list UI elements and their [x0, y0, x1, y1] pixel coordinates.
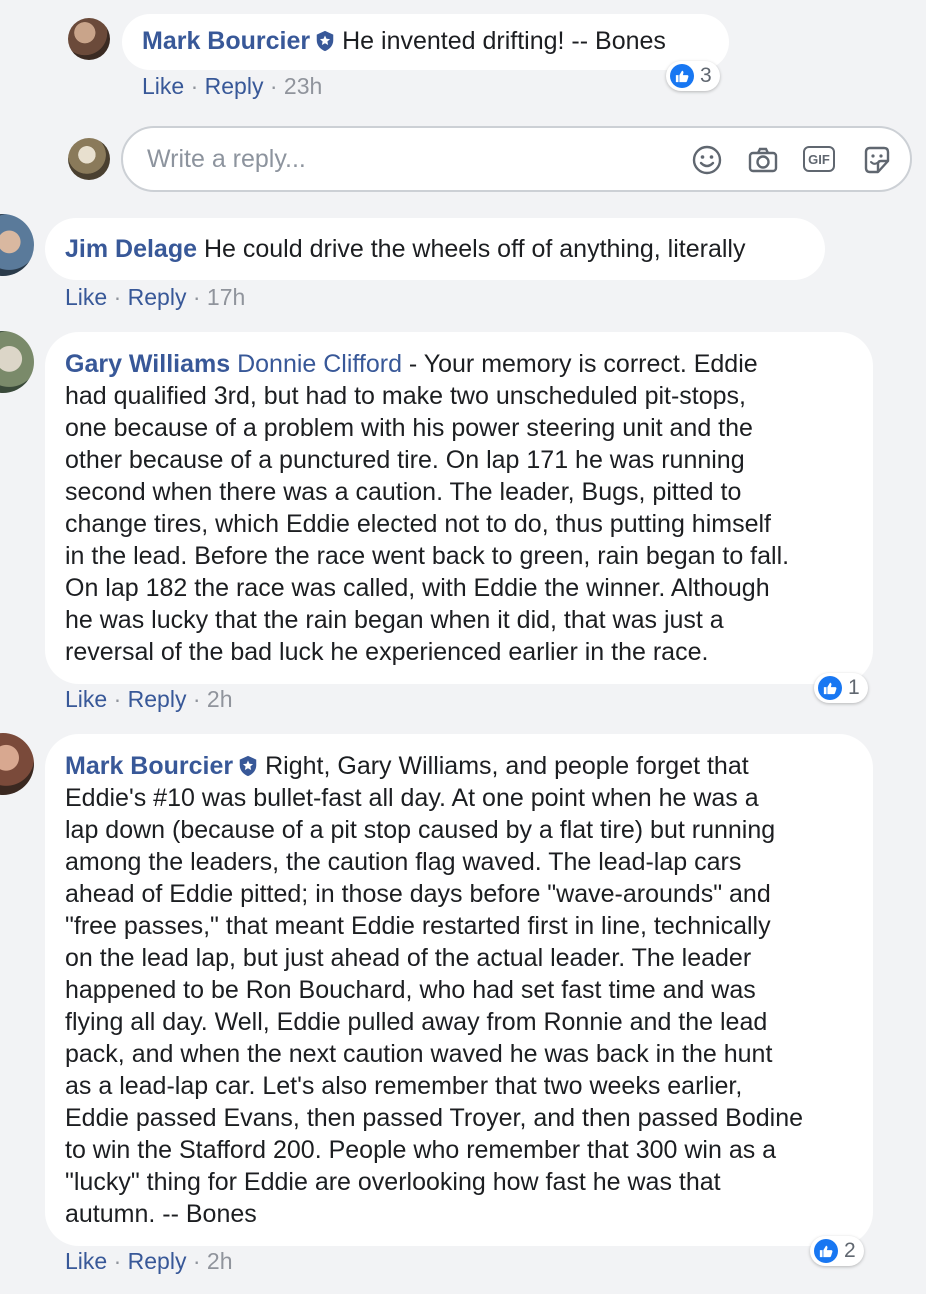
avatar[interactable] — [68, 18, 110, 60]
reaction-count[interactable]: 3 — [666, 61, 720, 91]
comment-line: reversal of the bad luck he experienced … — [65, 638, 709, 666]
comment-line: autumn. -- Bones — [65, 1200, 257, 1228]
comment-line: one because of a problem with his power … — [65, 414, 753, 442]
avatar[interactable] — [0, 331, 34, 393]
reply-link[interactable]: Reply — [128, 686, 187, 712]
camera-icon[interactable] — [747, 144, 779, 176]
current-user-avatar — [68, 138, 110, 180]
comment-text: Right, Gary Williams, and people forget … — [265, 752, 749, 780]
timestamp[interactable]: 2h — [207, 686, 233, 712]
comment-line: happened to be Ron Bouchard, who had set… — [65, 976, 756, 1004]
reply-box[interactable]: GIF — [121, 126, 912, 192]
comment-bubble: Jim Delage He could drive the wheels off… — [45, 218, 825, 280]
comment-line: other because of a punctured tire. On la… — [65, 446, 745, 474]
reply-link[interactable]: Reply — [128, 284, 187, 310]
comment-line: pack, and when the next caution waved he… — [65, 1040, 773, 1068]
comment-line: change tires, which Eddie elected not to… — [65, 510, 771, 538]
comment-line: second when there was a caution. The lea… — [65, 478, 742, 506]
timestamp[interactable]: 23h — [284, 73, 322, 99]
comment-bubble: Mark Bourcier He invented drifting! -- Bo… — [122, 14, 729, 70]
comment-bubble: Gary Williams Donnie Clifford - Your mem… — [45, 332, 873, 684]
gif-label: GIF — [808, 151, 830, 167]
avatar[interactable] — [0, 214, 34, 276]
comment-line: "lucky" thing for Eddie are overlooking … — [65, 1168, 721, 1196]
thumbs-up-icon — [814, 1239, 838, 1263]
like-link[interactable]: Like — [142, 73, 184, 99]
mention-link[interactable]: Donnie Clifford — [237, 350, 402, 378]
comment-line: to win the Stafford 200. People who reme… — [65, 1136, 777, 1164]
comment-line: Gary Williams Donnie Clifford - Your mem… — [65, 348, 853, 380]
like-link[interactable]: Like — [65, 686, 107, 712]
comment-line: "free passes," that meant Eddie restarte… — [65, 912, 771, 940]
comment-author[interactable]: Mark Bourcier — [142, 27, 310, 55]
comment-line: on the lead lap, but just ahead of the a… — [65, 944, 752, 972]
like-link[interactable]: Like — [65, 284, 107, 310]
comment-line: On lap 182 the race was called, with Edd… — [65, 574, 770, 602]
comment-author[interactable]: Jim Delage — [65, 235, 197, 263]
comment-line: he was lucky that the rain began when it… — [65, 606, 724, 634]
shield-badge-icon — [316, 30, 334, 52]
avatar[interactable] — [0, 733, 34, 795]
comment-line: had qualified 3rd, but had to make two u… — [65, 382, 746, 410]
gif-icon[interactable]: GIF — [803, 146, 835, 172]
thumbs-up-icon — [670, 64, 694, 88]
comment-line: flying all day. Well, Eddie pulled away … — [65, 1008, 768, 1036]
reply-link[interactable]: Reply — [128, 1248, 187, 1274]
comment-line: among the leaders, the caution flag wave… — [65, 848, 742, 876]
comment-actions: Like · Reply · 23h — [142, 73, 323, 99]
comment-author[interactable]: Gary Williams — [65, 350, 230, 378]
comment-bubble: Mark Bourcier Right, Gary Williams, and p… — [45, 734, 873, 1246]
comment-line: Eddie's #10 was bullet-fast all day. At … — [65, 784, 759, 812]
like-link[interactable]: Like — [65, 1248, 107, 1274]
reaction-number: 1 — [848, 676, 860, 699]
timestamp[interactable]: 2h — [207, 1248, 233, 1274]
reaction-count[interactable]: 2 — [810, 1236, 864, 1266]
comment-text: - Your memory is correct. Eddie — [401, 350, 758, 378]
comment-line: Mark Bourcier Right, Gary Williams, and p… — [65, 750, 853, 782]
reply-input[interactable] — [145, 138, 669, 180]
sticker-icon[interactable] — [861, 144, 893, 176]
timestamp[interactable]: 17h — [207, 284, 245, 310]
comment-actions: Like · Reply · 2h — [65, 686, 233, 712]
smiley-icon[interactable] — [691, 144, 723, 176]
comment-text: He invented drifting! -- Bones — [342, 27, 666, 55]
reaction-count[interactable]: 1 — [814, 673, 868, 703]
reply-link[interactable]: Reply — [205, 73, 264, 99]
shield-badge-icon — [239, 755, 257, 777]
thumbs-up-icon — [818, 676, 842, 700]
comment-text: He could drive the wheels off of anythin… — [203, 235, 746, 263]
comment-actions: Like · Reply · 2h — [65, 1248, 233, 1274]
comment-line: ahead of Eddie pitted; in those days bef… — [65, 880, 771, 908]
comment-line: in the lead. Before the race went back t… — [65, 542, 790, 570]
comment-actions: Like · Reply · 17h — [65, 284, 246, 310]
reaction-number: 3 — [700, 64, 712, 87]
reaction-number: 2 — [844, 1239, 856, 1262]
comment-line: Eddie passed Evans, then passed Troyer, … — [65, 1104, 804, 1132]
comment-line: lap down (because of a pit stop caused b… — [65, 816, 776, 844]
comment-author[interactable]: Mark Bourcier — [65, 752, 233, 780]
comment-line: as a lead-lap car. Let's also remember t… — [65, 1072, 743, 1100]
